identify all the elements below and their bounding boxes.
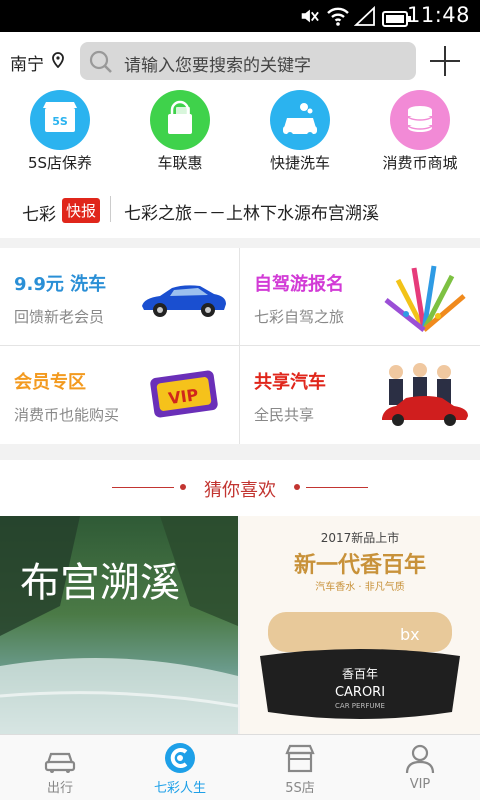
section-title: 猜你喜欢 [204,480,276,501]
product-card-perfume[interactable]: 2017新品上市 新一代香百年 汽车香水 · 非凡气质 bx 香百年 CAROR… [240,516,480,734]
promo-title: 共享汽车 [254,372,326,393]
svg-text:新一代香百年: 新一代香百年 [294,552,426,578]
promo-subtitle: 七彩自驾之旅 [254,308,345,326]
clock: 11:48 [406,3,470,27]
news-badge: 快报 [62,198,101,223]
svg-text:香百年: 香百年 [342,667,378,681]
tab-5s-store[interactable]: 5S店 [240,735,360,800]
news-headline[interactable]: 七彩之旅－－上林下水源布宫溯溪 [124,199,379,224]
signal-icon [354,6,375,26]
divider [0,345,480,346]
divider [306,487,368,488]
search-icon [89,50,112,73]
promo-car-wash[interactable]: 9.9元 洗车 回馈新老会员 [0,248,239,345]
top-header: 南宁 请输入您要搜索的关键字 [0,32,480,88]
svg-text:5S: 5S [52,115,68,128]
dot [294,484,300,490]
promo-member-zone[interactable]: 会员专区 消费币也能购买 VIP [0,346,239,443]
quick-item-car-deals[interactable]: 车联惠 [120,88,240,180]
wifi-icon [327,7,349,26]
promo-grid: 9.9元 洗车 回馈新老会员 自驾游报名 七彩自驾之旅 会员专区 消费币也能购买… [0,248,480,444]
svg-text:2017新品上市: 2017新品上市 [321,530,400,545]
quick-label: 5S店保养 [27,154,93,172]
svg-text:bx: bx [400,625,420,644]
news-ticker[interactable]: 七彩 快报 七彩之旅－－上林下水源布宫溯溪 [0,180,480,238]
news-brand: 七彩 [22,205,56,225]
store-icon [285,744,315,773]
status-bar: 11:48 [0,0,480,32]
5s-store-icon: 5S [30,90,90,150]
promo-car-sharing[interactable]: 共享汽车 全民共享 [240,346,479,443]
quick-label: 车联惠 [157,154,203,172]
city-selector[interactable]: 南宁 [10,50,44,75]
guess-you-like-header: 猜你喜欢 [0,460,480,516]
vip-promo-image: VIP [150,370,218,418]
quick-item-coin-mall[interactable]: 消费币商城 [360,88,480,180]
quick-menu: 5S 5S店保养 车联惠 快捷洗车 消费币商城 [0,88,480,180]
tab-qicai-life[interactable]: 七彩人生 [120,735,240,800]
mute-icon [301,9,319,23]
perfume-ad-image: 2017新品上市 新一代香百年 汽车香水 · 非凡气质 bx 香百年 CAROR… [240,516,480,734]
promo-subtitle: 消费币也能购买 [14,406,120,424]
tab-label: 七彩人生 [153,781,206,796]
svg-text:CAR PERFUME: CAR PERFUME [335,702,385,710]
quick-label: 消费币商城 [382,154,458,172]
fireworks-image [384,265,466,332]
qicai-logo-icon [165,743,195,773]
svg-text:汽车香水 · 非凡气质: 汽车香水 · 非凡气质 [315,580,405,593]
location-pin-icon[interactable] [52,52,64,68]
shared-car-people-image [382,363,468,426]
tab-label: 5S店 [285,781,315,796]
promo-title: 会员专区 [14,372,86,393]
tab-label: 出行 [46,781,73,796]
quick-item-5s-maintenance[interactable]: 5S 5S店保养 [0,88,120,180]
car-icon [44,752,76,773]
search-placeholder[interactable]: 请输入您要搜索的关键字 [124,51,311,76]
promo-title: 9.9元 洗车 [14,274,107,295]
tab-label: VIP [409,777,431,792]
app-screen: 11:48 南宁 请输入您要搜索的关键字 5S 5S店保养 车联惠 快捷洗车 消… [0,0,480,800]
bottom-tab-bar: 出行 七彩人生 5S店 VIP [0,734,480,800]
promo-subtitle: 全民共享 [254,406,315,424]
svg-text:CARORI: CARORI [335,685,385,700]
divider [239,248,240,444]
promo-subtitle: 回馈新老会员 [14,308,105,326]
car-wash-icon [270,90,330,150]
tab-vip[interactable]: VIP [360,735,480,800]
divider [110,196,111,222]
add-icon[interactable] [428,44,462,78]
product-card-trip[interactable]: 布宫溯溪 [0,516,238,734]
shopping-bag-icon [150,90,210,150]
river-scenery-image: 布宫溯溪 [0,516,238,734]
blue-car-image [142,285,226,317]
coins-icon [390,90,450,150]
person-icon [405,744,435,774]
quick-item-car-wash[interactable]: 快捷洗车 [240,88,360,180]
quick-label: 快捷洗车 [269,154,330,172]
promo-road-trip[interactable]: 自驾游报名 七彩自驾之旅 [240,248,479,345]
product-left-text: 布宫溯溪 [20,560,180,606]
tab-travel[interactable]: 出行 [0,735,120,800]
search-bar[interactable]: 请输入您要搜索的关键字 [80,42,416,80]
promo-title: 自驾游报名 [254,274,344,295]
